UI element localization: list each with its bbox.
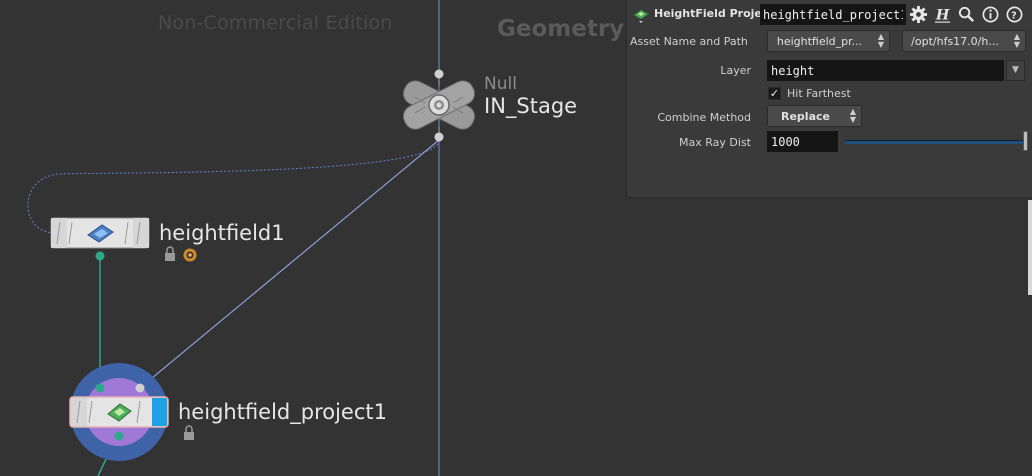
node-type-label: Null — [484, 74, 517, 94]
max-ray-dist-label: Max Ray Dist — [679, 136, 751, 149]
heightfield-project-icon[interactable] — [632, 6, 650, 24]
node-name-heightfield1[interactable]: heightfield1 — [159, 221, 285, 245]
max-ray-dist-slider-handle[interactable] — [1023, 131, 1028, 151]
updown-arrows-icon: ▲ ▼ — [877, 32, 884, 49]
search-icon[interactable] — [957, 5, 976, 24]
input-connector[interactable] — [434, 69, 444, 79]
node-in-stage[interactable] — [400, 69, 479, 142]
node-type-title: HeightField Project — [654, 7, 774, 20]
display-flag[interactable] — [152, 398, 167, 426]
output-connector[interactable] — [114, 431, 124, 441]
hit-farthest-label: Hit Farthest — [787, 87, 851, 100]
max-ray-dist-field[interactable] — [767, 131, 838, 152]
wire-instage-to-project — [139, 139, 440, 389]
asset-name-label: Asset Name and Path — [630, 35, 748, 48]
combine-method-menu[interactable]: Replace ▲ ▼ — [767, 105, 862, 127]
input-connector-1[interactable] — [95, 383, 105, 393]
asset-name-menu[interactable]: heightfield_pr... ▲ ▼ — [767, 30, 890, 52]
node-heightfield-project1[interactable] — [69, 363, 169, 461]
output-connector[interactable] — [95, 251, 105, 261]
layer-field[interactable] — [767, 60, 1004, 81]
asset-name-value: heightfield_pr... — [776, 35, 863, 48]
layer-dropdown-button[interactable]: ▼ — [1006, 60, 1025, 81]
input-connector-2[interactable] — [135, 383, 145, 393]
asset-path-value: /opt/hfs17.0/h... — [911, 35, 999, 48]
node-name-field[interactable] — [760, 4, 906, 25]
combine-method-label: Combine Method — [657, 111, 751, 124]
chevron-down-icon: ▼ — [1012, 65, 1019, 75]
node-heightfield1[interactable] — [50, 217, 150, 261]
h-help-icon[interactable]: H — [933, 5, 952, 24]
checkmark-icon: ✓ — [769, 87, 780, 100]
updown-arrows-icon: ▲ ▼ — [849, 107, 856, 124]
max-ray-dist-slider[interactable] — [845, 140, 1025, 144]
gear-badge-icon — [183, 248, 197, 262]
svg-text:?: ? — [1011, 10, 1017, 21]
scrollbar[interactable] — [1028, 200, 1032, 295]
parameter-panel: HeightField Project H ? — [626, 0, 1032, 198]
combine-method-value: Replace — [781, 110, 830, 123]
hit-farthest-checkbox[interactable]: ✓ — [768, 87, 781, 100]
help-icon[interactable]: ? — [1005, 5, 1024, 24]
info-icon[interactable] — [981, 5, 1000, 24]
context-label: Geometry — [497, 16, 625, 42]
lock-icon — [165, 246, 175, 261]
layer-label: Layer — [720, 64, 751, 77]
panel-header: HeightField Project H ? — [627, 0, 1032, 30]
node-name-in-stage[interactable]: IN_Stage — [484, 94, 577, 118]
updown-arrows-icon: ▲ ▼ — [1013, 32, 1020, 49]
asset-path-menu[interactable]: /opt/hfs17.0/h... ▲ ▼ — [902, 30, 1026, 52]
output-connector[interactable] — [434, 132, 444, 142]
svg-text:H: H — [935, 7, 950, 23]
gear-icon[interactable] — [909, 5, 928, 24]
watermark: Non-Commercial Edition — [158, 12, 393, 34]
lock-icon — [184, 425, 194, 440]
node-name-heightfield-project1[interactable]: heightfield_project1 — [178, 400, 387, 424]
